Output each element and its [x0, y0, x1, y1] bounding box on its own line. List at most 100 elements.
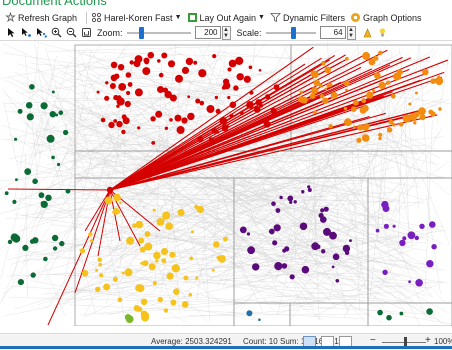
vertex[interactable] [246, 101, 254, 109]
vertex[interactable] [90, 239, 93, 242]
vertex[interactable] [415, 92, 418, 95]
vertex[interactable] [165, 222, 173, 230]
select-tool-button[interactable] [6, 27, 19, 38]
vertex[interactable] [413, 121, 416, 124]
vertex[interactable] [27, 113, 34, 120]
vertex[interactable] [215, 96, 218, 99]
vertex[interactable] [301, 190, 304, 193]
vertex[interactable] [321, 249, 325, 253]
vertex[interactable] [386, 81, 390, 85]
vertex[interactable] [429, 221, 436, 228]
vertex[interactable] [66, 189, 71, 194]
vertex[interactable] [408, 231, 416, 239]
vertex[interactable] [282, 263, 288, 269]
zoom-in-button[interactable] [51, 27, 64, 38]
network-graph[interactable] [0, 41, 452, 326]
vertex[interactable] [80, 248, 85, 253]
vertex[interactable] [155, 111, 162, 118]
vertex[interactable] [212, 54, 216, 58]
vertex[interactable] [138, 238, 144, 244]
vertex[interactable] [194, 205, 198, 209]
vertex[interactable] [329, 124, 333, 128]
vertex[interactable] [142, 67, 150, 75]
vertex[interactable] [103, 284, 110, 291]
vertex[interactable] [118, 64, 124, 70]
vertex[interactable] [200, 101, 205, 106]
vertex[interactable] [130, 60, 134, 64]
vertex[interactable] [271, 201, 276, 206]
vertex[interactable] [159, 73, 164, 78]
vertex[interactable] [212, 128, 218, 134]
vertex[interactable] [207, 105, 215, 113]
vertex[interactable] [188, 293, 192, 297]
vertex[interactable] [227, 67, 231, 71]
vertex[interactable] [349, 239, 352, 242]
vertex[interactable] [191, 230, 194, 233]
vertex[interactable] [105, 197, 113, 205]
vertex[interactable] [170, 300, 176, 306]
vertex[interactable] [122, 272, 125, 275]
vertex[interactable] [419, 224, 424, 229]
vertex[interactable] [153, 252, 160, 259]
vertex[interactable] [177, 126, 185, 134]
vertex[interactable] [392, 123, 396, 127]
vertex[interactable] [290, 274, 295, 279]
graph-canvas[interactable] [0, 41, 452, 326]
lock-button[interactable] [362, 27, 375, 38]
vertex[interactable] [116, 121, 122, 127]
vertex[interactable] [157, 218, 165, 226]
vertex[interactable] [322, 98, 328, 104]
vertex[interactable] [41, 102, 48, 109]
vertex[interactable] [155, 259, 158, 262]
vertex[interactable] [308, 188, 312, 192]
vertex[interactable] [362, 52, 370, 60]
vertex[interactable] [345, 57, 349, 61]
vertex[interactable] [320, 94, 324, 98]
vertex[interactable] [300, 223, 308, 231]
vertex[interactable] [117, 97, 125, 105]
vertex[interactable] [276, 208, 281, 213]
zoom-slider-thumb[interactable] [139, 27, 144, 39]
vertex[interactable] [274, 84, 280, 90]
vertex[interactable] [193, 61, 197, 65]
vertex[interactable] [430, 111, 435, 116]
vertex[interactable] [240, 111, 244, 115]
vertex[interactable] [88, 232, 92, 236]
vertex[interactable] [132, 223, 137, 228]
vertex[interactable] [182, 301, 189, 308]
vertex[interactable] [361, 98, 366, 103]
vertex[interactable] [272, 240, 277, 245]
refresh-graph-button[interactable]: Refresh Graph [5, 12, 77, 23]
vertex[interactable] [50, 111, 56, 117]
vertex[interactable] [95, 287, 100, 292]
vertex[interactable] [383, 205, 390, 212]
vertex[interactable] [212, 269, 215, 272]
vertex[interactable] [126, 237, 134, 245]
vertex[interactable] [403, 115, 411, 123]
vertex[interactable] [384, 224, 389, 229]
vertex[interactable] [53, 246, 57, 250]
vertex[interactable] [182, 67, 189, 74]
vertex[interactable] [325, 88, 328, 91]
vertex[interactable] [59, 241, 64, 246]
vertex[interactable] [284, 246, 289, 251]
vertex[interactable] [259, 69, 262, 72]
vertex[interactable] [351, 106, 357, 112]
vertex[interactable] [353, 126, 356, 129]
vertex[interactable] [118, 297, 123, 302]
vertex[interactable] [356, 138, 361, 143]
vertex[interactable] [240, 227, 247, 234]
vertex[interactable] [323, 228, 331, 236]
vertex[interactable] [372, 89, 375, 92]
vertex[interactable] [97, 91, 100, 94]
vertex[interactable] [157, 59, 161, 63]
vertex[interactable] [95, 269, 98, 272]
vertex[interactable] [47, 135, 55, 143]
vertex[interactable] [274, 224, 281, 231]
zoom-value-input[interactable]: 200 [195, 26, 221, 39]
vertex[interactable] [101, 118, 106, 123]
vertex[interactable] [195, 277, 198, 280]
vertex[interactable] [151, 141, 155, 145]
vertex[interactable] [223, 237, 228, 242]
vertex[interactable] [118, 83, 126, 91]
